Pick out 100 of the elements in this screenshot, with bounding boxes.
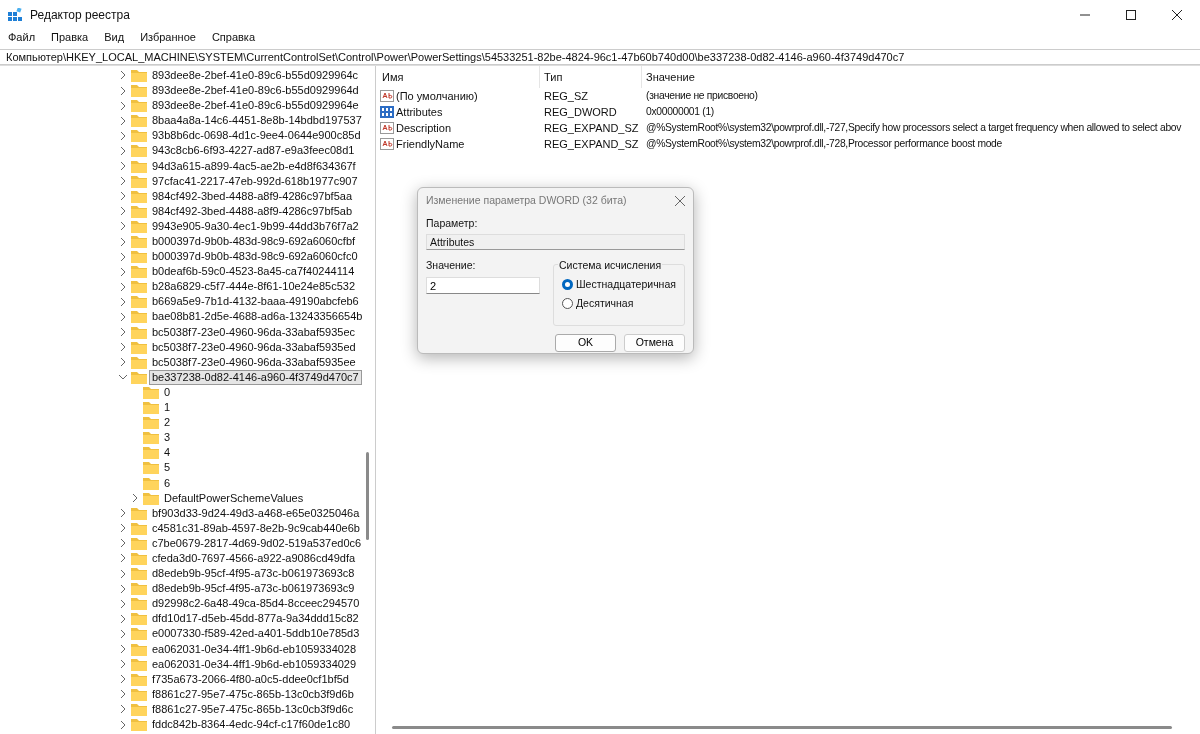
folder-icon <box>131 702 147 716</box>
value-data: 0x00000001 (1) <box>645 104 714 119</box>
dialog-button[interactable]: OK <box>555 333 616 352</box>
tree-item[interactable]: d92998c2-6a48-49ca-85d4-8cceec294570 <box>149 596 363 612</box>
tree-item[interactable]: c4581c31-89ab-4597-8e2b-9c9cab440e6b <box>149 520 363 536</box>
folder-icon <box>131 295 147 309</box>
folder-icon <box>131 219 147 233</box>
folder-icon <box>131 250 147 264</box>
folder-icon <box>131 612 147 626</box>
folder-icon <box>131 204 147 218</box>
tree-item[interactable]: 893dee8e-2bef-41e0-89c6-b55d0929964c <box>149 68 362 83</box>
folder-icon <box>131 310 147 324</box>
tree-item[interactable]: c7be0679-2817-4d69-9d02-519a537ed0c6 <box>149 535 365 551</box>
tree-item[interactable]: f735a673-2066-4f80-a0c5-ddee0cf1bf5d <box>149 671 352 687</box>
tree-item[interactable]: f8861c27-95e7-475c-865b-13c0cb3f9d6c <box>149 701 357 717</box>
folder-icon <box>131 370 147 384</box>
folder-icon <box>131 521 147 535</box>
folder-icon <box>131 144 147 158</box>
tree-item[interactable]: bc5038f7-23e0-4960-96da-33abaf5935ed <box>149 339 359 355</box>
tree-item[interactable]: be337238-0d82-4146-a960-4f3749d470c7 <box>149 369 362 385</box>
dialog-button[interactable]: Отмена <box>624 333 685 352</box>
column-header[interactable]: Значение <box>642 65 1200 88</box>
tree-item[interactable]: b000397d-9b0b-483d-98c9-692a6060cfbf <box>149 234 359 249</box>
menu-item[interactable]: Правка <box>43 30 97 45</box>
close-button[interactable] <box>675 195 685 206</box>
folder-icon <box>143 491 159 505</box>
folder-icon <box>131 687 147 701</box>
tree-item[interactable]: e0007330-f589-42ed-a401-5ddb10e785d3 <box>149 626 363 642</box>
tree-item[interactable]: bf903d33-9d24-49d3-a468-e65e0325046a <box>149 505 363 521</box>
folder-icon <box>131 582 147 596</box>
tree-item[interactable]: ea062031-0e34-4ff1-9b6d-eb1059334028 <box>149 641 360 657</box>
folder-icon <box>131 597 147 611</box>
folder-icon <box>131 265 147 279</box>
radio-option[interactable]: Десятичная <box>562 296 684 312</box>
tree-item[interactable]: bc5038f7-23e0-4960-96da-33abaf5935ee <box>149 354 359 370</box>
tree-item[interactable]: 2 <box>161 415 174 431</box>
folder-icon <box>143 476 159 490</box>
value-data: (значение не присвоено) <box>645 88 758 103</box>
tree-item[interactable]: bae08b81-2d5e-4688-ad6a-13243356654b <box>149 309 366 325</box>
menu-item[interactable]: Файл <box>0 30 44 45</box>
tree-item[interactable]: dfd10d17-d5eb-45dd-877a-9a34ddd15c82 <box>149 611 362 627</box>
folder-icon <box>131 325 147 339</box>
tree-item[interactable]: 893dee8e-2bef-41e0-89c6-b55d0929964d <box>149 83 362 99</box>
value-type: REG_DWORD <box>543 104 618 120</box>
tree-item[interactable]: ea062031-0e34-4ff1-9b6d-eb1059334029 <box>149 656 360 672</box>
menu-item[interactable]: Справка <box>203 30 264 45</box>
tree-item[interactable]: 6 <box>161 475 174 491</box>
tree-item[interactable]: 0 <box>161 384 174 400</box>
folder-icon <box>131 99 147 113</box>
column-header[interactable]: Тип <box>540 65 642 88</box>
folder-icon <box>143 461 159 475</box>
folder-icon <box>143 385 159 399</box>
tree-item[interactable]: 893dee8e-2bef-41e0-89c6-b55d0929964e <box>149 98 362 114</box>
tree-item[interactable]: 4 <box>161 445 174 461</box>
tree-item[interactable]: 9943e905-9a30-4ec1-9b99-44dd3b76f7a2 <box>149 218 362 234</box>
folder-icon <box>131 718 147 731</box>
tree-item[interactable]: 97cfac41-2217-47eb-992d-618b1977c907 <box>149 173 361 189</box>
tree-item[interactable]: b000397d-9b0b-483d-98c9-692a6060cfc0 <box>149 249 361 265</box>
folder-icon <box>131 84 147 98</box>
value-field[interactable]: 2 <box>426 277 540 295</box>
value-type: REG_EXPAND_SZ <box>543 136 640 152</box>
tree-item[interactable]: fddc842b-8364-4edc-94cf-c17f60de1c80 <box>149 717 354 732</box>
value-name[interactable]: FriendlyName <box>396 135 465 152</box>
tree-item[interactable]: 8baa4a8a-14c6-4451-8e8b-14bdbd197537 <box>149 113 365 129</box>
tree-item[interactable]: b28a6829-c5f7-444e-8f61-10e24e85c532 <box>149 279 359 295</box>
tree-item[interactable]: b0deaf6b-59c0-4523-8a45-ca7f40244114 <box>149 264 358 280</box>
value-name[interactable]: Description <box>396 119 452 136</box>
tree-item[interactable]: 94d3a615-a899-4ac5-ae2b-e4d8f634367f <box>149 158 359 174</box>
tree-item[interactable]: 3 <box>161 430 174 446</box>
column-header[interactable]: Имя <box>376 65 540 88</box>
tree-item[interactable]: f8861c27-95e7-475c-865b-13c0cb3f9d6b <box>149 686 357 702</box>
tree-item[interactable]: DefaultPowerSchemeValues <box>161 490 307 506</box>
tree-item[interactable]: b669a5e9-7b1d-4132-baaa-49190abcfeb6 <box>149 294 362 310</box>
value-name[interactable]: (По умолчанию) <box>396 87 478 104</box>
scrollbar-thumb[interactable] <box>366 451 369 540</box>
tree-item[interactable]: 93b8b6dc-0698-4d1c-9ee4-0644e900c85d <box>149 128 364 144</box>
value-name[interactable]: Attributes <box>396 103 443 120</box>
folder-icon <box>131 129 147 143</box>
tree-item[interactable]: 5 <box>161 460 174 476</box>
value-data: @%SystemRoot%\system32\powrprof.dll,-728,Processor performance boost mode <box>645 136 1002 151</box>
tree-item[interactable]: bc5038f7-23e0-4960-96da-33abaf5935ec <box>149 324 359 340</box>
tree-item[interactable]: d8edeb9b-95cf-4f95-a73c-b061973693c9 <box>149 581 358 597</box>
folder-icon <box>131 506 147 520</box>
value-type: REG_SZ <box>543 88 589 104</box>
radio-option[interactable]: Шестнадцатеричная <box>562 276 684 293</box>
menu-item[interactable]: Вид <box>96 30 133 45</box>
folder-icon <box>143 446 159 460</box>
value-type: REG_EXPAND_SZ <box>543 120 640 136</box>
tree-item[interactable]: 943c8cb6-6f93-4227-ad87-e9a3feec08d1 <box>149 143 358 159</box>
tree-item[interactable]: 984cf492-3bed-4488-a8f9-4286c97bf5aa <box>149 188 355 204</box>
tree-item[interactable]: d8edeb9b-95cf-4f95-a73c-b061973693c8 <box>149 566 358 582</box>
folder-icon <box>131 280 147 294</box>
menu-item[interactable]: Избранное <box>132 30 204 45</box>
address-bar[interactable]: Компьютер\HKEY_LOCAL_MACHINE\SYSTEM\CurrentControlSet\Control\Power\PowerSettings\54533251-82be-4824-96c1-47b60b740d00\be337238-0d82-4146-a960-4f3749d470c7 <box>0 49 1200 65</box>
registry-icon <box>8 8 22 22</box>
tree-item[interactable]: 984cf492-3bed-4488-a8f9-4286c97bf5ab <box>149 203 355 219</box>
tree-item[interactable]: 1 <box>161 400 174 416</box>
folder-icon <box>131 174 147 188</box>
tree-item[interactable]: cfeda3d0-7697-4566-a922-a9086cd49dfa <box>149 551 359 566</box>
scrollbar-thumb[interactable] <box>392 725 1172 729</box>
